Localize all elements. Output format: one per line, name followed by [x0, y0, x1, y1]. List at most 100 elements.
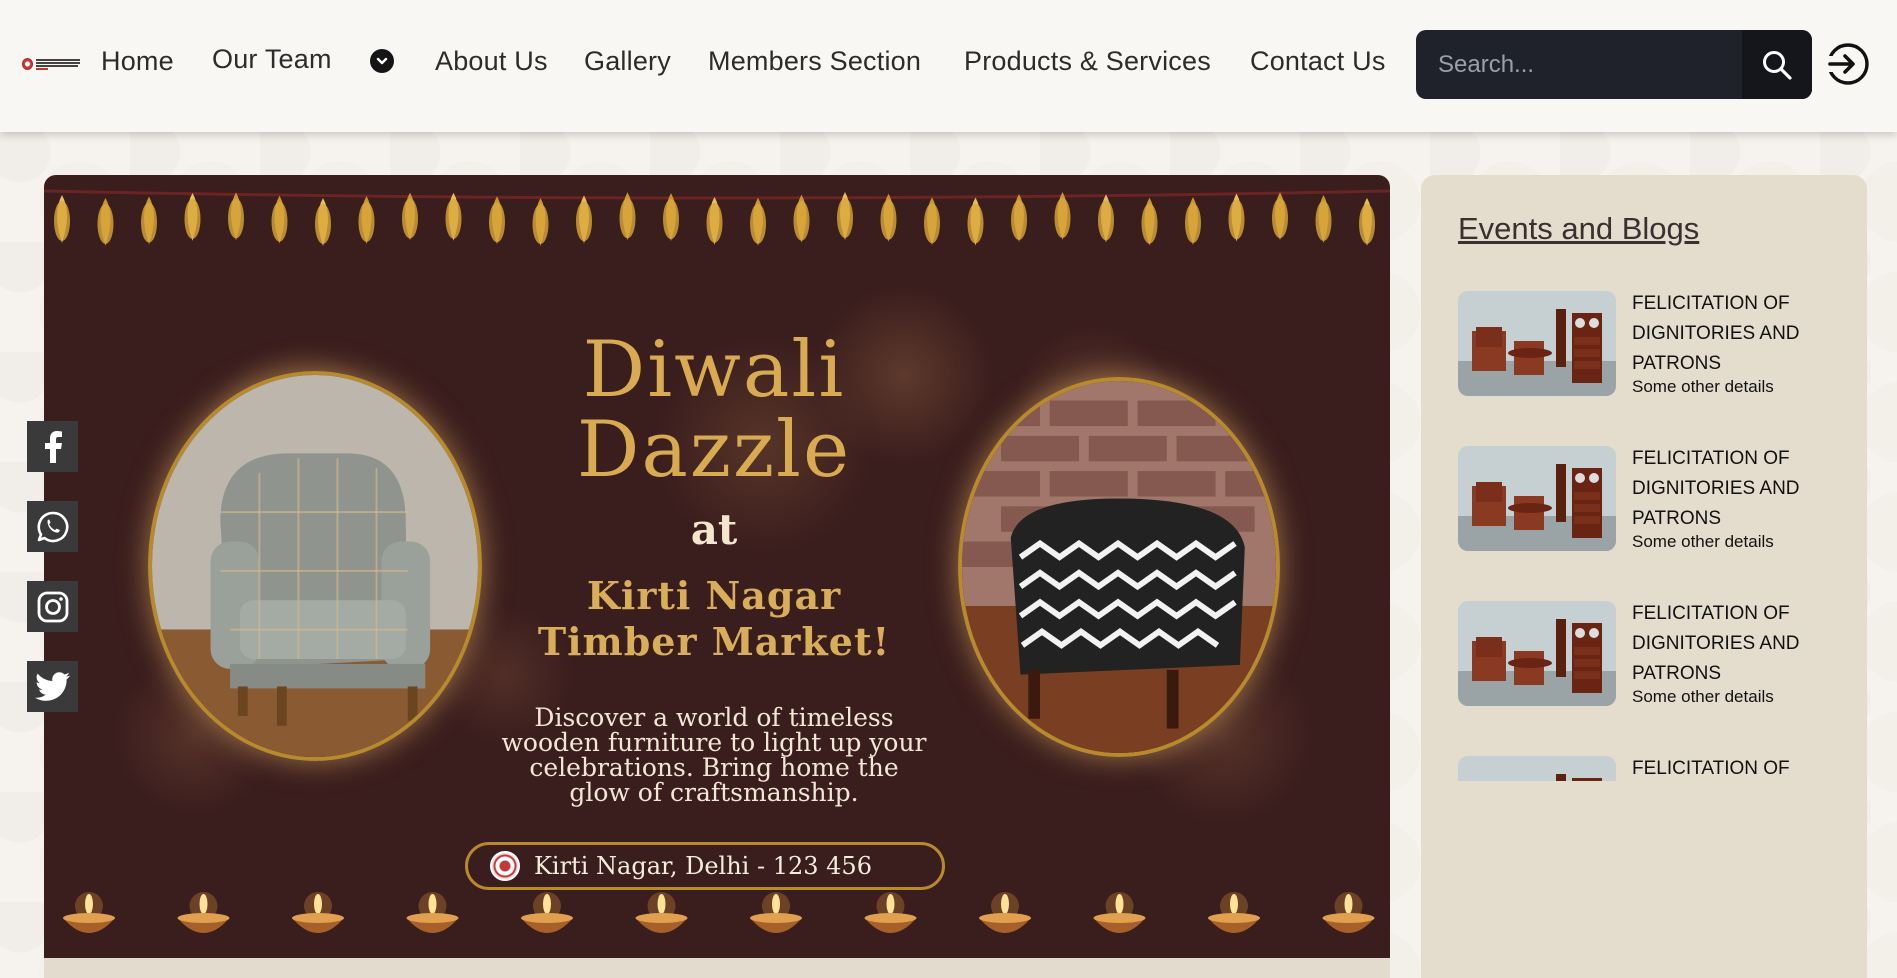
login-icon[interactable] — [1826, 42, 1870, 86]
furniture-thumbnail-icon — [1458, 446, 1616, 551]
garland-drop-body — [402, 198, 418, 239]
nav-home[interactable]: Home — [101, 46, 174, 80]
garland-drop-body — [619, 198, 636, 239]
whatsapp-icon — [36, 511, 68, 542]
diya-rim — [979, 913, 1031, 923]
diya-rim — [521, 913, 573, 923]
garland-drop-body — [271, 201, 288, 242]
diya-lamps-decoration — [63, 892, 1375, 933]
event-details: Some other details — [1632, 377, 1774, 396]
event-title: FELICITATION OF DIGNITORIES AND PATRONS — [1632, 603, 1800, 684]
association-seal-icon — [490, 851, 520, 881]
nav-products-services[interactable]: Products & Services — [964, 46, 1211, 80]
garland-drop-body — [1359, 203, 1375, 244]
garland-drop-body — [445, 198, 462, 239]
event-item[interactable]: FELICITATION OF — [1458, 756, 1848, 781]
banner-description: Discover a world of timeless wooden furn… — [464, 705, 964, 805]
banner-desc-line1: Discover a world of timeless — [534, 703, 894, 732]
nav-about-us[interactable]: About Us — [435, 46, 548, 80]
nav-our-team[interactable]: Our Team — [212, 44, 332, 78]
event-thumbnail — [1458, 601, 1616, 706]
garland-drop-body — [532, 203, 549, 244]
chevron-chair-photo — [958, 377, 1280, 757]
banner-title-line2: Dazzle — [576, 405, 852, 495]
chevron-down-icon[interactable] — [370, 49, 394, 73]
facebook-icon — [44, 430, 62, 463]
banner-desc-line4: glow of craftsmanship. — [569, 778, 859, 807]
facebook-button[interactable] — [27, 421, 78, 472]
events-panel: Events and Blogs FELICITATION OF DIGNITO… — [1421, 175, 1867, 978]
site-logo[interactable] — [22, 56, 80, 72]
event-item[interactable]: FELICITATION OF DIGNITORIES AND PATRONS … — [1458, 291, 1848, 401]
furniture-thumbnail-icon — [1458, 601, 1616, 706]
garland-drop-body — [837, 198, 853, 239]
garland-drop-body — [1098, 200, 1114, 241]
garland-drop-body — [97, 203, 114, 244]
garland-drop-body — [1228, 199, 1245, 240]
garland-drop-body — [141, 202, 157, 243]
garland-drop-body — [228, 198, 244, 239]
garland-drop-body — [1315, 201, 1332, 242]
furniture-thumbnail-icon — [1458, 756, 1616, 781]
address-pill: Kirti Nagar, Delhi - 123 456 — [465, 842, 945, 890]
garland-drop-body — [1185, 203, 1201, 244]
event-details: Some other details — [1632, 687, 1774, 706]
banner-subtitle-line2: Timber Market! — [537, 619, 891, 664]
nav-gallery[interactable]: Gallery — [584, 46, 671, 80]
diya-rim — [635, 913, 688, 923]
garland-decoration — [44, 189, 1390, 246]
diya-rim — [292, 913, 344, 923]
garland-drop-body — [54, 201, 70, 241]
garland-drop-body — [184, 198, 201, 239]
event-title: FELICITATION OF — [1632, 758, 1790, 779]
site-header: Home Our Team About Us Gallery Members S… — [0, 0, 1897, 132]
event-item[interactable]: FELICITATION OF DIGNITORIES AND PATRONS … — [1458, 446, 1848, 556]
banner-at: at — [690, 505, 738, 554]
diya-rim — [864, 913, 917, 923]
search-input[interactable] — [1416, 30, 1742, 99]
banner-subtitle: Kirti Nagar Timber Market! — [444, 573, 984, 665]
diwali-banner[interactable]: Diwali Dazzle at Kirti Nagar Timber Mark… — [44, 175, 1390, 960]
search-button[interactable] — [1742, 30, 1812, 99]
event-title: FELICITATION OF DIGNITORIES AND PATRONS — [1632, 448, 1800, 529]
diya-rim — [1322, 913, 1375, 923]
diya-rim — [406, 913, 459, 923]
garland-drop-body — [315, 203, 331, 244]
garland-drop-body — [489, 202, 505, 243]
instagram-button[interactable] — [27, 581, 78, 632]
event-thumbnail — [1458, 291, 1616, 396]
diya-rim — [1093, 913, 1146, 923]
search-icon — [1763, 50, 1792, 80]
address-text: Kirti Nagar, Delhi - 123 456 — [534, 852, 872, 880]
instagram-icon — [37, 591, 68, 622]
banner-title-line1: Diwali — [582, 325, 846, 415]
banner-desc-line2: wooden furniture to light up your — [501, 728, 927, 757]
nav-contact-us[interactable]: Contact Us — [1250, 46, 1386, 80]
twitter-button[interactable] — [27, 661, 78, 712]
event-details: Some other details — [1632, 532, 1774, 551]
garland-drop-body — [750, 203, 766, 244]
diya-rim — [1208, 913, 1260, 923]
garland-drop-body — [967, 203, 984, 244]
garland-drop-body — [1272, 198, 1288, 239]
banner-title: Diwali Dazzle — [444, 330, 984, 490]
garland-drop-body — [663, 199, 679, 240]
banner-subtitle-line1: Kirti Nagar — [586, 573, 842, 618]
diya-rim — [63, 913, 115, 923]
event-thumbnail — [1458, 446, 1616, 551]
garland-drop-body — [880, 199, 897, 240]
garland-drop-body — [1141, 203, 1158, 244]
event-thumbnail — [1458, 756, 1616, 781]
banner-bottom-strip — [44, 958, 1390, 978]
garland-drop-body — [706, 202, 723, 243]
furniture-thumbnail-icon — [1458, 291, 1616, 396]
whatsapp-button[interactable] — [27, 501, 78, 552]
nav-members-section[interactable]: Members Section — [708, 46, 921, 80]
search-bar — [1416, 30, 1812, 99]
event-item[interactable]: FELICITATION OF DIGNITORIES AND PATRONS … — [1458, 601, 1848, 711]
diya-rim — [177, 913, 230, 923]
garland-drop-body — [576, 201, 592, 242]
events-list: FELICITATION OF DIGNITORIES AND PATRONS … — [1458, 291, 1848, 781]
garland-drop-body — [1054, 198, 1071, 239]
events-heading[interactable]: Events and Blogs — [1458, 211, 1699, 247]
